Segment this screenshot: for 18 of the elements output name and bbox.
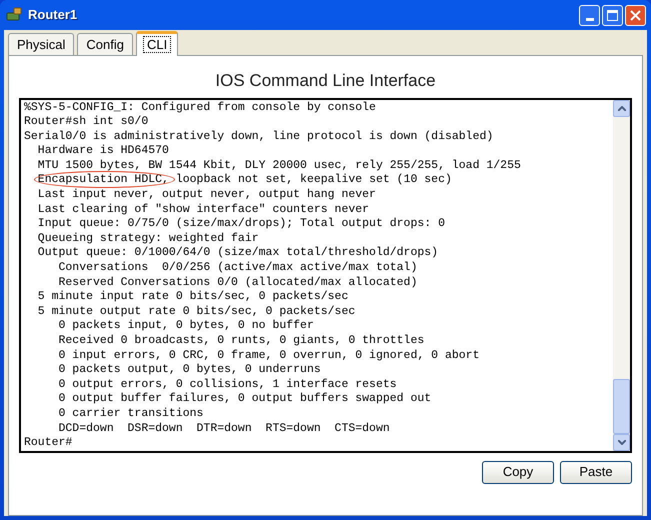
maximize-icon <box>607 10 618 20</box>
minimize-icon <box>586 18 594 20</box>
close-icon <box>630 10 641 20</box>
maximize-button[interactable] <box>602 4 623 26</box>
scroll-down-icon[interactable] <box>613 434 630 450</box>
window-title: Router1 <box>28 6 78 24</box>
scroll-thumb[interactable] <box>613 378 630 434</box>
copy-button[interactable]: Copy <box>482 460 554 484</box>
tab[interactable]: Config <box>77 33 133 55</box>
paste-button[interactable]: Paste <box>560 460 632 484</box>
scroll-up-icon[interactable] <box>613 100 630 116</box>
close-button[interactable] <box>625 4 646 26</box>
minimize-button[interactable] <box>579 4 600 26</box>
router-icon <box>6 7 22 23</box>
tab[interactable]: Physical <box>8 33 74 55</box>
panel-heading: IOS Command Line Interface <box>214 70 437 92</box>
tab[interactable]: CLI <box>136 31 178 56</box>
console-output: %SYS-5-CONFIG_I: Configured from console by console Router#sh int s0/0 Serial0/0 is administratively down, line protocol is down (disabled) Hardware is HD64570 MTU 1500 bytes, BW 1544 Kbit, DLY 20000 usec, rely 255/255, load 1/255 Encapsulation HDLC, loopback not set, keepalive set (10 sec) Last input never, output never, output hang never Last clearing of "show interface" counters never Input queue: 0/75/0 (size/max/drops); Total output drops: 0 Queueing strategy: weighted fair Output queue: 0/1000/64/0 (size/max total/threshold/drops) Conversations 0/0/256 (active/max active/max total) Reserved Conversations 0/0 (allocated/max allocated) 5 minute input rate 0 bits/sec, 0 packets/sec 5 minute output rate 0 bits/sec, 0 packets/sec 0 packets input, 0 bytes, 0 no buffer Received 0 broadcasts, 0 runts, 0 giants, 0 throttles 0 input errors, 0 CRC, 0 frame, 0 overrun, 0 ignored, 0 abort 0 packets output, 0 bytes, 0 underruns 0 output errors, 0 collisions, 1 interface resets 0 output buffer failures, 0 output buffers swapped out 0 carrier transitions DCD=down DSR=down DTR=down RTS=down CTS=down Router# <box>23 100 522 450</box>
